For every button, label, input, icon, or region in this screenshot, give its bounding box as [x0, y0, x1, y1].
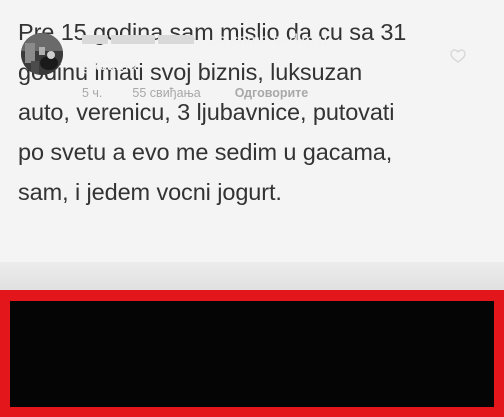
post-text-line: sam, i jedem vocni jogurt.	[18, 179, 282, 205]
comment-text: Ja samo sedim u gacama...	[82, 32, 328, 74]
comment-highlight-frame	[0, 290, 504, 417]
comment	[10, 301, 494, 407]
post-text-line: po svetu a evo me sedim u gacama,	[18, 139, 393, 165]
comment-likes-count[interactable]: 55 свиђања	[132, 86, 200, 100]
comment-meta: 5 ч. 55 свиђања Одговорите	[82, 86, 308, 100]
avatar[interactable]	[21, 33, 63, 75]
divider	[0, 262, 504, 292]
avatar-image	[21, 33, 63, 75]
comment-timestamp: 5 ч.	[82, 86, 103, 100]
reply-button[interactable]: Одговорите	[235, 86, 309, 100]
heart-icon[interactable]	[450, 49, 466, 63]
